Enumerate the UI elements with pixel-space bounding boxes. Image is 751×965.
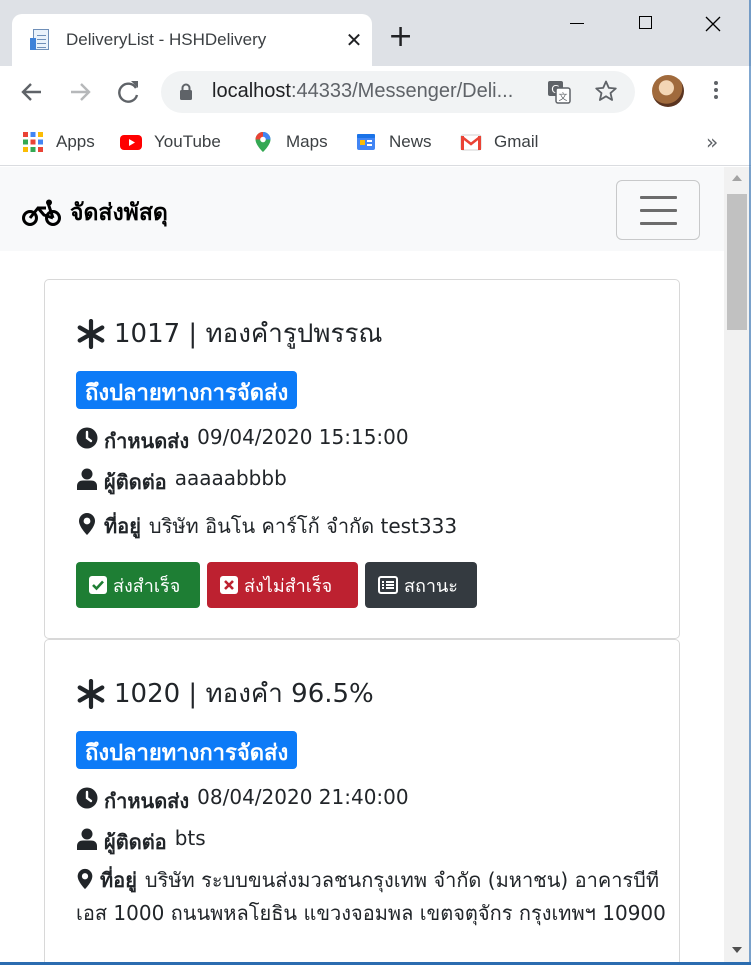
delivery-title: 1017 | ทองคำรูปพรรณ bbox=[76, 313, 383, 354]
browser-toolbar: localhost:44333/Messenger/Deli... G 文 bbox=[0, 66, 751, 118]
status-badge: ถึงปลายทางการจัดส่ง bbox=[76, 371, 298, 409]
page-favicon-icon bbox=[30, 28, 52, 52]
bookmarks-bar: Apps YouTube Maps News Gmail » bbox=[0, 118, 751, 166]
scroll-down-arrow-icon[interactable] bbox=[732, 947, 742, 953]
brand-title: จัดส่งพัสดุ bbox=[70, 200, 168, 226]
check-square-icon bbox=[89, 576, 107, 594]
x-square-icon bbox=[220, 576, 238, 594]
bookmark-label: Gmail bbox=[494, 132, 539, 151]
user-icon bbox=[77, 468, 97, 490]
svg-text:文: 文 bbox=[558, 91, 567, 103]
close-tab-icon[interactable]: ✕ bbox=[336, 28, 372, 52]
address-row: ที่อยู่ บริษัท ระบบขนส่งมวลชนกรุงเทพ จำกั… bbox=[76, 868, 666, 925]
clock-icon bbox=[76, 427, 98, 449]
asterisk-icon bbox=[77, 678, 105, 709]
status-badge: ถึงปลายทางการจัดส่ง bbox=[76, 731, 298, 769]
url-text: localhost:44333/Messenger/Deli... bbox=[212, 80, 514, 102]
bookmark-youtube[interactable]: YouTube bbox=[120, 128, 221, 156]
due-date-row: กำหนดส่ง 08/04/2020 21:40:00 bbox=[76, 785, 409, 817]
delivery-title: 1020 | ทองคำ 96.5% bbox=[76, 673, 374, 714]
action-buttons: ส่งสำเร็จ ส่งไม่สำเร็จ สถานะ bbox=[76, 562, 484, 608]
profile-avatar[interactable] bbox=[652, 75, 684, 107]
browser-titlebar: DeliveryList - HSHDelivery ✕ + bbox=[0, 0, 751, 66]
navbar-brand[interactable]: จัดส่งพัสดุ bbox=[22, 195, 168, 231]
new-tab-button[interactable]: + bbox=[388, 22, 413, 52]
delivery-card: 1020 | ทองคำ 96.5% ถึงปลายทางการจัดส่ง ก… bbox=[44, 639, 680, 963]
bookmark-apps[interactable]: Apps bbox=[22, 128, 95, 156]
maximize-button[interactable] bbox=[622, 8, 668, 40]
browser-tab[interactable]: DeliveryList - HSHDelivery ✕ bbox=[12, 14, 372, 66]
delivery-status-button[interactable]: สถานะ bbox=[365, 562, 477, 608]
user-icon bbox=[77, 828, 97, 850]
bookmark-star-icon[interactable] bbox=[594, 79, 618, 103]
bookmarks-more-button[interactable]: » bbox=[706, 130, 718, 154]
list-alt-icon bbox=[378, 576, 398, 594]
delivery-success-button[interactable]: ส่งสำเร็จ bbox=[76, 562, 200, 608]
bookmark-maps[interactable]: Maps bbox=[252, 128, 328, 156]
page-scrollbar[interactable] bbox=[724, 167, 751, 963]
due-date-row: กำหนดส่ง 09/04/2020 15:15:00 bbox=[76, 425, 409, 457]
bicycle-icon bbox=[22, 199, 61, 226]
youtube-icon bbox=[120, 135, 142, 150]
map-marker-icon bbox=[79, 513, 95, 535]
bookmark-label: Maps bbox=[286, 132, 328, 151]
browser-menu-icon[interactable] bbox=[706, 78, 726, 106]
minimize-button[interactable] bbox=[554, 8, 600, 40]
gmail-icon bbox=[460, 134, 482, 151]
bookmark-label: YouTube bbox=[154, 132, 221, 151]
clock-icon bbox=[76, 787, 98, 809]
bookmark-label: News bbox=[389, 132, 432, 151]
news-icon bbox=[357, 134, 375, 150]
asterisk-icon bbox=[77, 318, 105, 349]
bookmark-label: Apps bbox=[56, 132, 95, 151]
reload-icon[interactable] bbox=[112, 76, 144, 108]
back-arrow-icon[interactable] bbox=[16, 76, 48, 108]
delivery-card: 1017 | ทองคำรูปพรรณ ถึงปลายทางการจัดส่ง … bbox=[44, 279, 680, 639]
scroll-up-arrow-icon[interactable] bbox=[732, 175, 742, 181]
contact-row: ผู้ติดต่อ aaaaabbbb bbox=[76, 466, 287, 498]
scrollbar-thumb[interactable] bbox=[727, 194, 747, 330]
address-row: ที่อยู่ บริษัท อินโน คาร์โก้ จำกัด test33… bbox=[76, 510, 679, 543]
close-window-button[interactable] bbox=[690, 8, 736, 40]
bookmark-news[interactable]: News bbox=[355, 128, 432, 156]
apps-grid-icon bbox=[23, 132, 43, 152]
contact-row: ผู้ติดต่อ bts bbox=[76, 826, 206, 858]
translate-icon[interactable]: G 文 bbox=[547, 80, 571, 104]
navbar-toggle-button[interactable] bbox=[616, 180, 700, 240]
lock-icon bbox=[180, 83, 192, 100]
site-navbar: จัดส่งพัสดุ bbox=[0, 167, 724, 251]
address-bar[interactable]: localhost:44333/Messenger/Deli... G 文 bbox=[161, 71, 635, 113]
tab-title: DeliveryList - HSHDelivery bbox=[66, 30, 267, 49]
page-viewport: จัดส่งพัสดุ 1017 | ทองคำรูปพรรณ ถึงปลายท… bbox=[0, 167, 724, 963]
map-marker-icon bbox=[77, 868, 93, 890]
maps-pin-icon bbox=[255, 132, 271, 152]
bookmark-gmail[interactable]: Gmail bbox=[460, 128, 538, 156]
delivery-fail-button[interactable]: ส่งไม่สำเร็จ bbox=[207, 562, 358, 608]
forward-arrow-icon[interactable] bbox=[64, 76, 96, 108]
